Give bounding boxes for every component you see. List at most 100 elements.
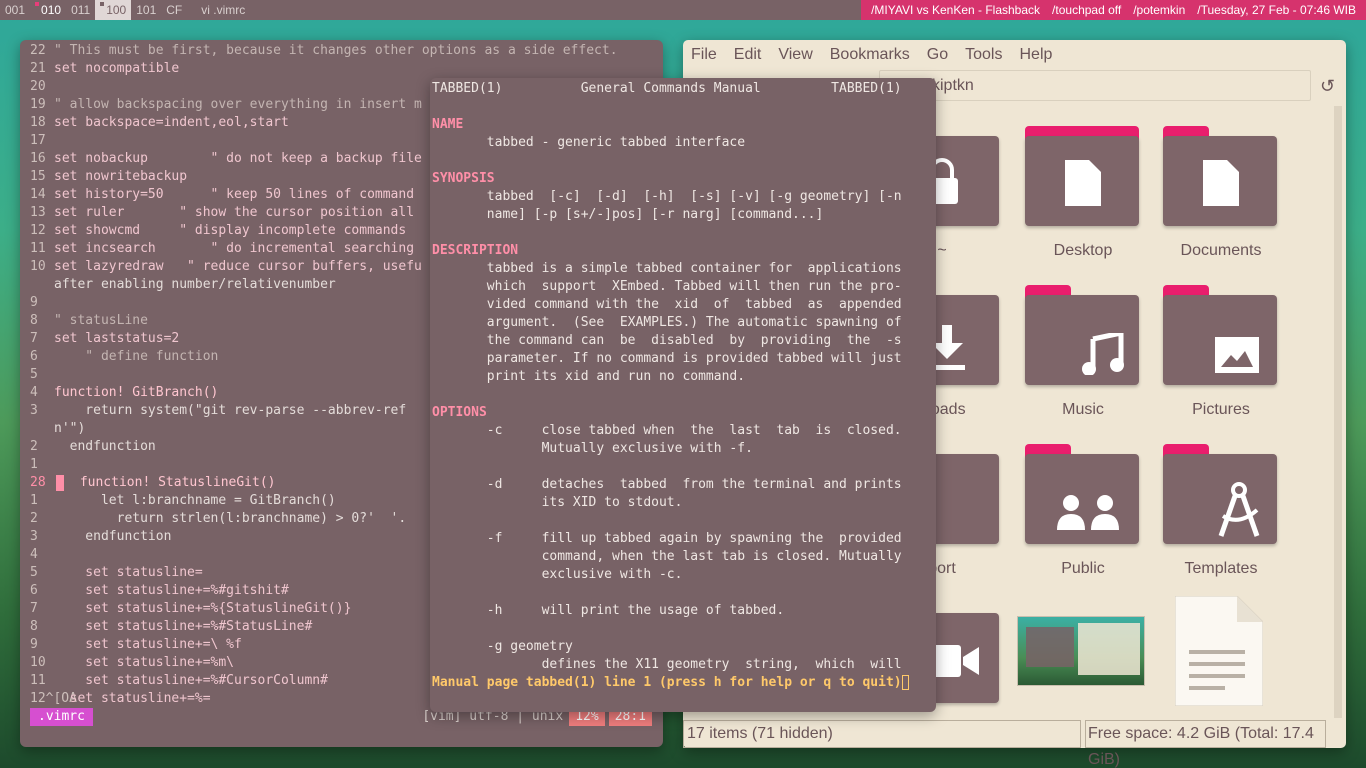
screenshot-thumbnail[interactable] bbox=[1017, 616, 1145, 686]
man-section-description: DESCRIPTION bbox=[432, 243, 519, 258]
vim-line: 11 set incsearch " do incremental searchi… bbox=[30, 240, 414, 258]
line-text: set showcmd " display incomplete command… bbox=[54, 223, 407, 238]
menu-go[interactable]: Go bbox=[927, 46, 948, 64]
man-description-line: parameter. If no command is provided tab… bbox=[432, 351, 902, 366]
folder-label: Documents bbox=[1180, 242, 1262, 259]
line-number: 10 bbox=[30, 655, 46, 670]
workspace-001[interactable]: 001 bbox=[0, 0, 30, 20]
line-text: n'") bbox=[54, 421, 86, 436]
man-page-terminal[interactable]: TABBED(1) General Commands Manual TABBED… bbox=[430, 78, 936, 712]
workspace-101[interactable]: 101 bbox=[131, 0, 161, 20]
line-number: 3 bbox=[30, 403, 38, 418]
line-text: " define function bbox=[54, 349, 219, 364]
vim-line: 15 set nowritebackup bbox=[30, 168, 187, 186]
man-prompt-text: Manual page tabbed(1) line 1 (press h fo… bbox=[432, 675, 902, 690]
man-option-line: -g geometry bbox=[432, 639, 573, 654]
statusline-filename: .vimrc bbox=[30, 708, 93, 726]
vim-line: 9 set statusline+=\ %f bbox=[30, 636, 242, 654]
menu-view[interactable]: View bbox=[778, 46, 812, 64]
menu-tools[interactable]: Tools bbox=[965, 46, 1002, 64]
line-number: 1 bbox=[30, 457, 38, 472]
line-number: 12^[OA bbox=[30, 691, 77, 706]
folder-public[interactable] bbox=[1025, 444, 1139, 548]
man-description-line: print its xid and run no command. bbox=[432, 369, 746, 384]
vim-line: 6 " define function bbox=[30, 348, 218, 366]
line-number: 2 bbox=[30, 439, 38, 454]
man-synopsis-line: tabbed [-c] [-d] [-h] [-s] [-v] [-g geom… bbox=[432, 189, 902, 204]
line-number: 11 bbox=[30, 241, 46, 256]
workspace-010[interactable]: 010 bbox=[30, 0, 66, 20]
line-text: set statusline+=%#StatusLine# bbox=[54, 619, 313, 634]
vim-line: 21 set nocompatible bbox=[30, 60, 179, 78]
folder-music[interactable] bbox=[1025, 285, 1139, 389]
man-option-line: -c close tabbed when the last tab is clo… bbox=[432, 423, 902, 438]
vim-line: 5 set statusline= bbox=[30, 564, 203, 582]
line-number: 9 bbox=[30, 295, 38, 310]
line-number: 9 bbox=[30, 637, 38, 652]
line-number: 16 bbox=[30, 151, 46, 166]
line-text: return strlen(l:branchname) > 0?' '. bbox=[54, 511, 407, 526]
cursor-block bbox=[901, 675, 909, 690]
man-option-line: exclusive with -c. bbox=[432, 567, 683, 582]
man-description-line: argument. (See EXAMPLES.) The automatic … bbox=[432, 315, 902, 330]
vim-line: 12 set showcmd " display incomplete comma… bbox=[30, 222, 406, 240]
vim-line: 18 set backspace=indent,eol,start bbox=[30, 114, 289, 132]
vim-line: 2 return strlen(l:branchname) > 0?' '. bbox=[30, 510, 406, 528]
workspace-100[interactable]: 100 bbox=[95, 0, 132, 20]
line-number: 8 bbox=[30, 313, 38, 328]
line-number: 17 bbox=[30, 133, 46, 148]
vim-line: 5 bbox=[30, 366, 54, 384]
folder-documents[interactable] bbox=[1163, 126, 1277, 230]
folder-pictures[interactable] bbox=[1163, 285, 1277, 389]
line-number: 8 bbox=[30, 619, 38, 634]
line-text: set nobackup " do not keep a backup file bbox=[54, 151, 422, 166]
vim-line: 4 function! GitBranch() bbox=[30, 384, 218, 402]
vim-line: after enabling number/relativenumber bbox=[30, 276, 336, 294]
man-option-line: command, when the last tab is closed. Mu… bbox=[432, 549, 902, 564]
folder-label: Public bbox=[1061, 560, 1105, 577]
menu-bookmarks[interactable]: Bookmarks bbox=[830, 46, 910, 64]
reload-icon[interactable]: ↺ bbox=[1320, 76, 1335, 97]
man-option-line: Mutually exclusive with -f. bbox=[432, 441, 753, 456]
folder-desktop[interactable] bbox=[1025, 126, 1139, 230]
thumbnail-window bbox=[1078, 623, 1140, 675]
line-text: " statusLine bbox=[54, 313, 148, 328]
workspace-label: 011 bbox=[71, 3, 91, 17]
workspace-011[interactable]: 011 bbox=[66, 0, 95, 20]
man-description-line: vided command with the xid of tabbed as … bbox=[432, 297, 902, 312]
line-number: 22 bbox=[30, 43, 46, 58]
vim-line: 2 endfunction bbox=[30, 438, 156, 456]
line-text: set nocompatible bbox=[54, 61, 180, 76]
vim-line: 6 set statusline+=%#gitshit# bbox=[30, 582, 289, 600]
line-text: set statusline+=\ %f bbox=[54, 637, 242, 652]
line-number: 20 bbox=[30, 79, 46, 94]
line-text: set statusline+=%#CursorColumn# bbox=[54, 673, 328, 688]
line-text: set statusline+=%#gitshit# bbox=[54, 583, 289, 598]
text-file[interactable] bbox=[1174, 595, 1264, 707]
man-option-line: -f fill up tabbed again by spawning the … bbox=[432, 531, 902, 546]
vim-line: 17 bbox=[30, 132, 54, 150]
item-count: 17 items (71 hidden) bbox=[683, 720, 1081, 748]
workspace-cf[interactable]: CF bbox=[161, 0, 187, 20]
touchpad-status: /touchpad off bbox=[1052, 3, 1122, 17]
workspace-label: CF bbox=[166, 3, 183, 17]
line-text: let l:branchname = GitBranch() bbox=[54, 493, 336, 508]
line-number: 14 bbox=[30, 187, 46, 202]
vim-line: 16 set nobackup " do not keep a backup fi… bbox=[30, 150, 422, 168]
line-text: set statusline+=%m\ bbox=[54, 655, 235, 670]
line-number: 5 bbox=[30, 367, 38, 382]
scrollbar[interactable] bbox=[1334, 106, 1342, 718]
man-description-line: the command can be disabled by providing… bbox=[432, 333, 902, 348]
menu-file[interactable]: File bbox=[691, 46, 717, 64]
folder-templates[interactable] bbox=[1163, 444, 1277, 548]
location-bar[interactable]: kiptkn bbox=[879, 70, 1311, 101]
line-text: set history=50 " keep 50 lines of comman… bbox=[54, 187, 415, 202]
man-synopsis-line: name] [-p [s+/-]pos] [-r narg] [command.… bbox=[432, 207, 824, 222]
man-section-synopsis: SYNOPSIS bbox=[432, 171, 495, 186]
line-number: 13 bbox=[30, 205, 46, 220]
menu-help[interactable]: Help bbox=[1019, 46, 1052, 64]
menu-edit[interactable]: Edit bbox=[734, 46, 762, 64]
workspace-label: 010 bbox=[41, 3, 62, 17]
vim-line: 28 function! StatuslineGit() bbox=[30, 474, 276, 492]
line-number: 4 bbox=[30, 547, 38, 562]
